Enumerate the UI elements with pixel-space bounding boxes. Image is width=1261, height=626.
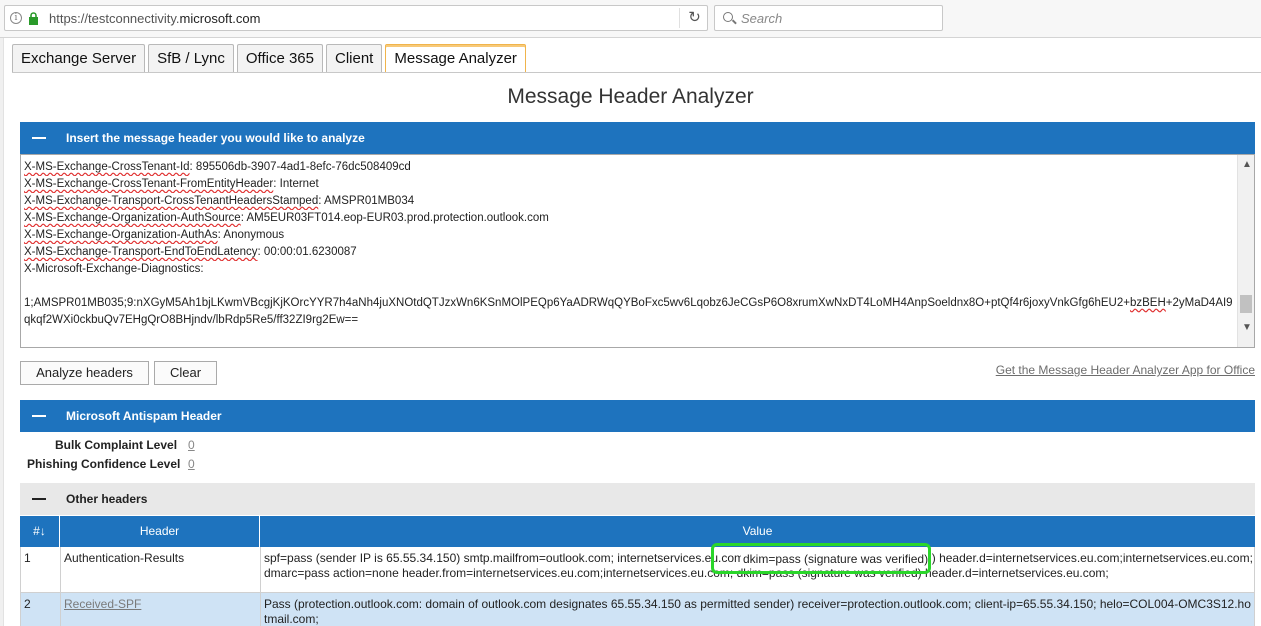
tab-exchange-server[interactable]: Exchange Server [12, 44, 146, 73]
row-header: Received-SPF [61, 593, 261, 626]
lock-icon [29, 12, 38, 25]
highlighted-dkim-text: dkim=pass (signature was verified) [741, 552, 931, 566]
bulk-complaint-value[interactable]: 0 [188, 438, 195, 452]
headers-table: #↓ Header Value 1 Authentication-Results… [20, 516, 1255, 626]
section-title: Insert the message header you would like… [66, 131, 365, 145]
table-row[interactable]: 2 Received-SPF Pass (protection.outlook.… [20, 593, 1255, 626]
info-icon[interactable]: i [10, 12, 22, 24]
header-textarea[interactable]: X-MS-Exchange-CrossTenant-Id: 895506db-3… [20, 154, 1255, 348]
collapse-icon[interactable] [32, 137, 46, 139]
url-text[interactable]: https://testconnectivity.microsoft.com [49, 11, 260, 26]
row-header: Authentication-Results [61, 547, 261, 592]
phishing-confidence-label: Phishing Confidence Level [27, 457, 181, 471]
address-bar[interactable]: i https://testconnectivity.microsoft.com… [4, 5, 708, 31]
scroll-up-icon[interactable]: ▲ [1242, 159, 1252, 170]
tab-sfb-lync[interactable]: SfB / Lync [148, 44, 234, 73]
analyze-headers-button[interactable]: Analyze headers [20, 361, 149, 385]
phishing-confidence-value[interactable]: 0 [188, 457, 195, 471]
received-spf-link[interactable]: Received-SPF [64, 597, 141, 611]
section-title: Other headers [66, 492, 148, 506]
search-icon [723, 12, 733, 22]
scroll-down-icon[interactable]: ▼ [1242, 322, 1252, 333]
clear-button[interactable]: Clear [154, 361, 217, 385]
row-number: 1 [21, 547, 61, 592]
tab-divider [12, 72, 1261, 73]
header-text: X-MS-Exchange-CrossTenant-Id: 895506db-3… [24, 161, 1233, 326]
collapse-icon[interactable] [32, 498, 46, 500]
col-header[interactable]: Header [60, 516, 260, 547]
antispam-section[interactable]: Microsoft Antispam Header [20, 400, 1255, 432]
table-row[interactable]: 1 Authentication-Results spf=pass (sende… [20, 547, 1255, 593]
page-edge [0, 38, 4, 626]
section-title: Microsoft Antispam Header [66, 409, 222, 423]
insert-header-section[interactable]: Insert the message header you would like… [20, 122, 1255, 154]
page-title: Message Header Analyzer [507, 85, 754, 108]
bulk-complaint-label: Bulk Complaint Level [55, 438, 178, 452]
textarea-scrollbar[interactable]: ▲ ▼ [1237, 155, 1254, 347]
collapse-icon[interactable] [32, 415, 46, 417]
tab-client[interactable]: Client [326, 44, 383, 73]
tab-message-analyzer[interactable]: Message Analyzer [385, 44, 526, 73]
tab-bar: Exchange Server SfB / Lync Office 365 Cl… [12, 44, 529, 73]
col-value[interactable]: Value [260, 516, 1255, 547]
col-number[interactable]: #↓ [20, 516, 60, 547]
reload-icon[interactable]: ↻ [679, 8, 709, 28]
search-input[interactable]: Search [714, 5, 943, 31]
table-header: #↓ Header Value [20, 516, 1255, 547]
get-app-link[interactable]: Get the Message Header Analyzer App for … [996, 363, 1255, 377]
search-placeholder: Search [741, 11, 783, 26]
browser-toolbar: i https://testconnectivity.microsoft.com… [0, 0, 1261, 38]
other-headers-section[interactable]: Other headers [20, 483, 1255, 515]
scroll-thumb[interactable] [1240, 295, 1252, 313]
row-value: Pass (protection.outlook.com: domain of … [264, 597, 1251, 626]
row-number: 2 [21, 593, 61, 626]
tab-office-365[interactable]: Office 365 [236, 44, 323, 73]
